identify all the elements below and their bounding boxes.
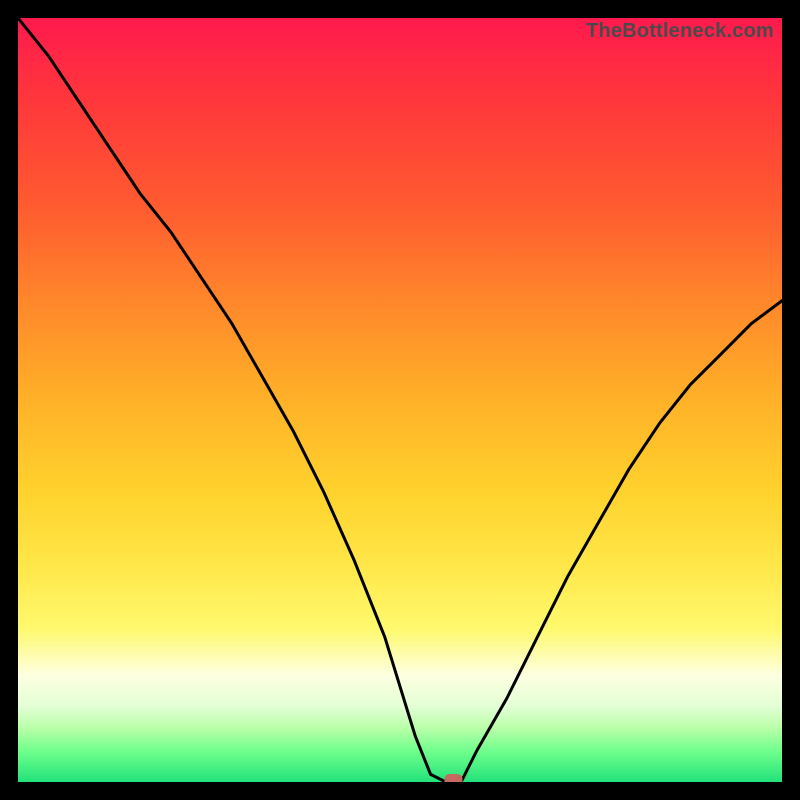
chart-frame: TheBottleneck.com <box>0 0 800 800</box>
min-marker <box>445 774 463 782</box>
plot-area: TheBottleneck.com <box>18 18 782 782</box>
bottleneck-curve <box>18 18 782 782</box>
